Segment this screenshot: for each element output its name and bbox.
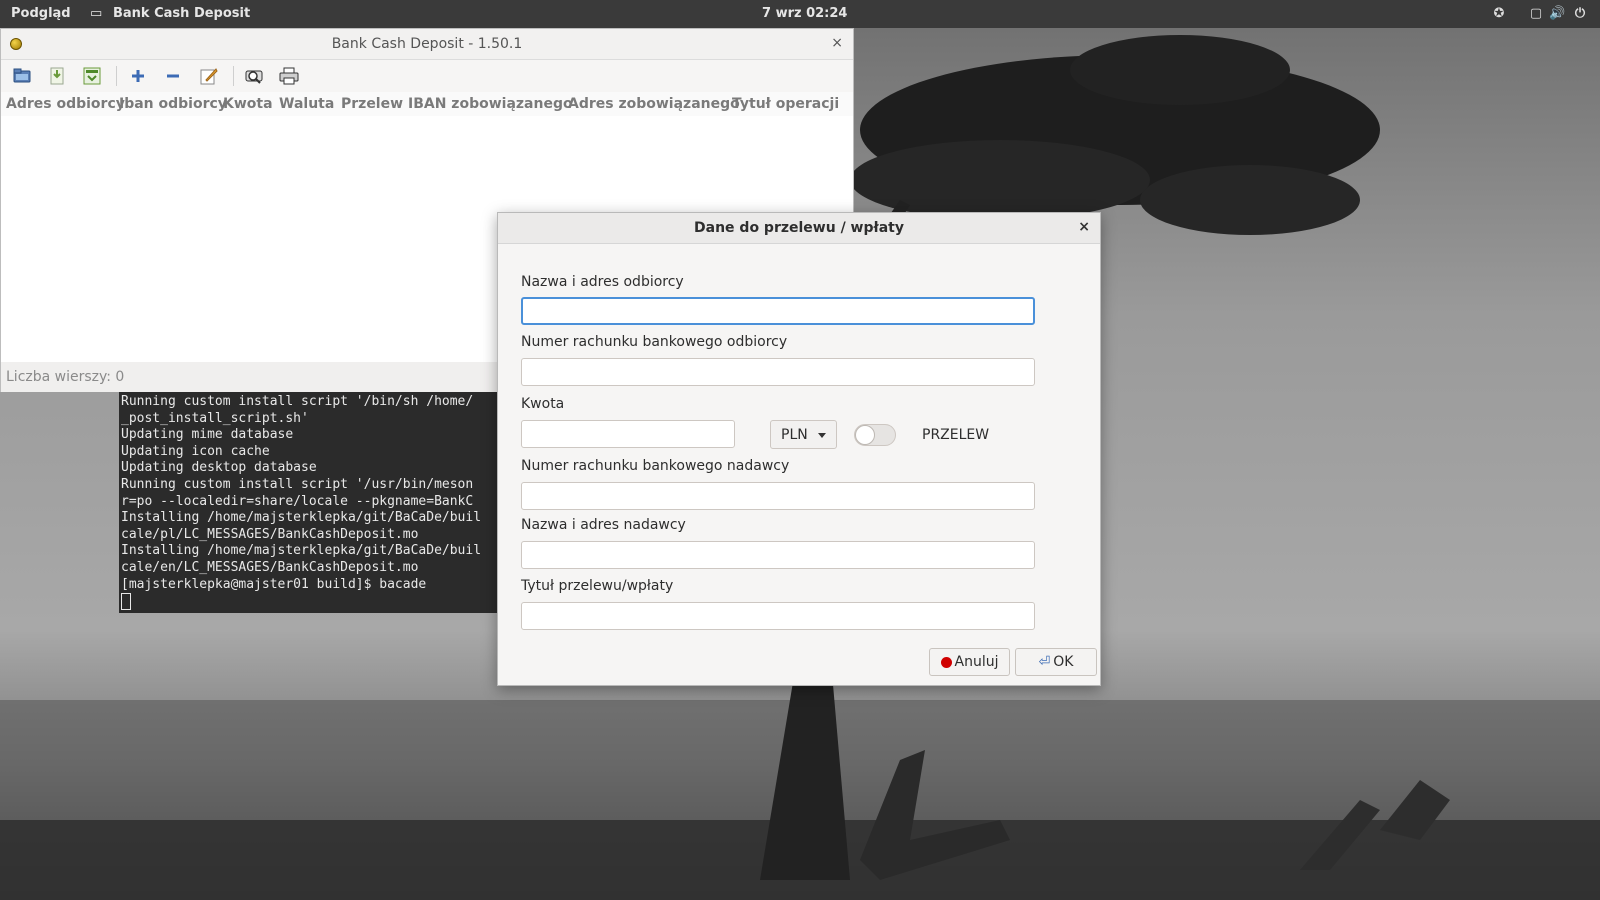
- remove-icon[interactable]: [161, 64, 185, 88]
- cancel-icon: [940, 656, 952, 668]
- clock[interactable]: 7 wrz 02:24: [762, 6, 847, 21]
- terminal-line: Updating icon cache: [121, 443, 270, 459]
- top-panel: Podgląd ▭ Bank Cash Deposit 7 wrz 02:24 …: [0, 0, 1600, 28]
- recipient-name-label: Nazwa i adres odbiorcy: [521, 274, 684, 290]
- terminal-line: cale/pl/LC_MESSAGES/BankCashDeposit.mo: [121, 526, 419, 542]
- sender-name-input[interactable]: [521, 541, 1035, 569]
- window-icon[interactable]: ▢: [1528, 6, 1544, 22]
- amount-label: Kwota: [521, 396, 565, 412]
- sender-account-input[interactable]: [521, 482, 1035, 510]
- currency-value: PLN: [781, 427, 808, 443]
- column-amount[interactable]: Kwota: [223, 96, 273, 112]
- toolbar-separator: [116, 66, 117, 86]
- activities-button[interactable]: Podgląd: [11, 6, 71, 21]
- terminal-window[interactable]: Running custom install script '/bin/sh /…: [119, 392, 499, 613]
- enter-icon: ⏎: [1038, 654, 1051, 670]
- export-icon[interactable]: [80, 64, 104, 88]
- power-icon[interactable]: ⏻: [1572, 6, 1588, 22]
- cancel-button[interactable]: Anuluj: [929, 648, 1010, 676]
- preview-icon[interactable]: [242, 64, 266, 88]
- column-transfer[interactable]: Przelew: [341, 96, 403, 112]
- terminal-line: Installing /home/majsterklepka/git/BaCaD…: [121, 510, 482, 526]
- save-icon[interactable]: [45, 64, 69, 88]
- column-recipient-iban[interactable]: Iban odbiorcy: [119, 96, 227, 112]
- terminal-line: Running custom install script '/bin/sh /…: [121, 394, 474, 409]
- app-menu[interactable]: Bank Cash Deposit: [113, 6, 250, 21]
- amount-input[interactable]: [521, 420, 735, 448]
- transfer-title-input[interactable]: [521, 602, 1035, 630]
- app-menu-icon[interactable]: ▭: [90, 6, 102, 21]
- terminal-line: Updating mime database: [121, 427, 294, 443]
- dialog-close-button[interactable]: ×: [1078, 219, 1090, 235]
- transfer-toggle[interactable]: [854, 424, 896, 446]
- recipient-account-input[interactable]: [521, 358, 1035, 386]
- open-icon[interactable]: [10, 64, 34, 88]
- table-header: Adres odbiorcy Iban odbiorcy Kwota Walut…: [1, 92, 853, 116]
- transfer-toggle-label: PRZELEW: [922, 427, 990, 443]
- transfer-dialog: Dane do przelewu / wpłaty × Nazwa i adre…: [497, 212, 1101, 686]
- accessibility-icon[interactable]: ✪: [1491, 6, 1507, 22]
- add-icon[interactable]: [126, 64, 150, 88]
- print-icon[interactable]: [277, 64, 301, 88]
- column-obligor-address[interactable]: Adres zobowiązanego: [568, 96, 740, 112]
- currency-select[interactable]: PLN: [770, 420, 837, 449]
- column-obligor-iban[interactable]: IBAN zobowiązanego: [408, 96, 573, 112]
- terminal-line: Installing /home/majsterklepka/git/BaCaD…: [121, 543, 482, 559]
- sender-name-label: Nazwa i adres nadawcy: [521, 517, 686, 533]
- column-currency[interactable]: Waluta: [279, 96, 334, 112]
- dialog-titlebar[interactable]: Dane do przelewu / wpłaty ×: [498, 213, 1100, 244]
- terminal-line: [majsterklepka@majster01 build]$ bacade: [121, 576, 427, 592]
- transfer-title-label: Tytuł przelewu/wpłaty: [521, 578, 674, 594]
- terminal-line: Updating desktop database: [121, 460, 317, 476]
- terminal-cursor: [121, 593, 131, 611]
- terminal-line: r=po --localedir=share/locale --pkgname=…: [121, 493, 474, 509]
- toolbar: [1, 60, 853, 92]
- column-recipient-address[interactable]: Adres odbiorcy: [6, 96, 125, 112]
- recipient-account-label: Numer rachunku bankowego odbiorcy: [521, 334, 788, 350]
- edit-icon[interactable]: [197, 64, 221, 88]
- column-operation-title[interactable]: Tytuł operacji: [732, 96, 839, 112]
- volume-icon[interactable]: 🔊: [1549, 6, 1565, 22]
- terminal-line: cale/en/LC_MESSAGES/BankCashDeposit.mo: [121, 559, 419, 575]
- terminal-line: _post_install_script.sh': [121, 410, 309, 426]
- ok-button-label: OK: [1053, 654, 1074, 670]
- sender-account-label: Numer rachunku bankowego nadawcy: [521, 458, 790, 474]
- toggle-knob: [855, 425, 875, 445]
- row-count-label: Liczba wierszy: 0: [6, 369, 125, 385]
- toolbar-separator: [233, 66, 234, 86]
- chevron-down-icon: [818, 433, 826, 438]
- main-window-title: Bank Cash Deposit - 1.50.1: [331, 36, 523, 52]
- main-titlebar[interactable]: Bank Cash Deposit - 1.50.1 ×: [1, 29, 853, 60]
- recipient-name-input[interactable]: [521, 297, 1035, 325]
- ok-button[interactable]: ⏎ OK: [1015, 648, 1097, 676]
- main-close-button[interactable]: ×: [831, 35, 843, 51]
- cancel-button-label: Anuluj: [954, 654, 999, 670]
- dialog-title: Dane do przelewu / wpłaty: [694, 220, 904, 236]
- terminal-line: Running custom install script '/usr/bin/…: [121, 476, 474, 492]
